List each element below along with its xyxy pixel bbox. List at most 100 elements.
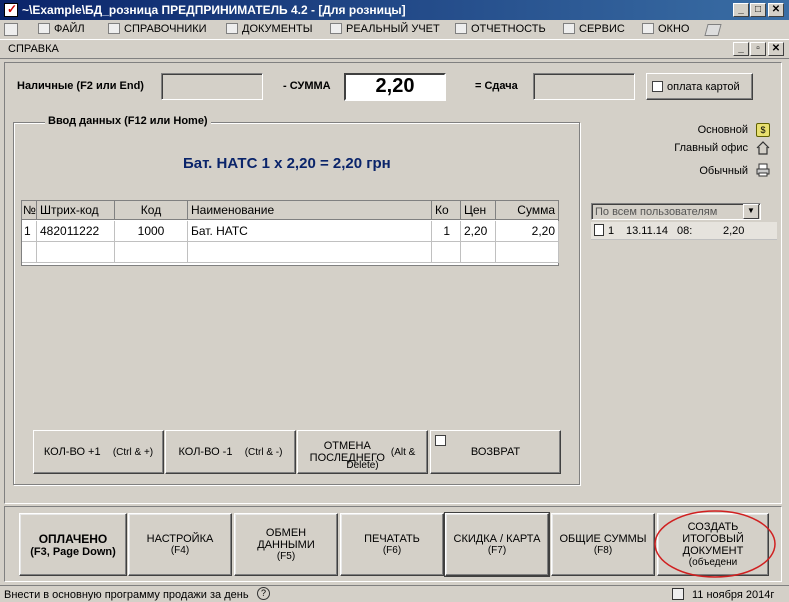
cancel-last-button[interactable]: ОТМЕНА ПОСЛЕДНЕГО (Alt & Delete) [297,430,428,474]
user-filter-value: По всем пользователям [595,206,718,218]
menu-file[interactable]: ФАЙЛ [38,23,85,38]
chevron-down-icon[interactable]: ▼ [743,204,759,219]
maximize-button[interactable]: □ [750,3,766,17]
data-exchange-label: ОБМЕН ДАННЫМИ [257,526,315,551]
document-icon [226,23,238,34]
menu-label: ФАЙЛ [54,23,85,35]
return-button[interactable]: ВОЗВРАТ [430,430,561,474]
child-minimize-button[interactable]: _ [733,42,749,56]
table-cell-empty[interactable] [432,242,461,263]
col-no-header[interactable]: № [22,201,37,220]
title-bar: ✓ ~\Example\БД_розница ПРЕДПРИНИМАТЕЛЬ 4… [0,0,789,20]
table-cell-empty[interactable] [496,242,559,263]
price-type-main[interactable]: Основной [660,124,748,136]
qty-minus-button[interactable]: КОЛ-ВО -1 (Ctrl & -) [165,430,296,474]
status-message: Внести в основную программу продажи за д… [4,589,249,601]
minimize-button[interactable]: _ [733,3,749,17]
col-name-header[interactable]: Наименование [188,201,432,220]
menu-window[interactable]: ОКНО [642,23,689,38]
col-sum-header[interactable]: Сумма [496,201,559,220]
discount-card-label: СКИДКА / КАРТА [453,532,541,545]
calendar-icon [672,588,684,600]
table-cell-price[interactable]: 2,20 [461,221,496,242]
items-grid[interactable]: № Штрих-код Код Наименование Ко Цен Сумм… [21,200,559,266]
col-qty-header[interactable]: Ко [432,201,461,220]
qty-plus-hotkey: (Ctrl & +) [112,446,154,458]
menu-label: ОТЧЕТНОСТЬ [471,23,546,35]
table-cell-empty[interactable] [188,242,432,263]
qty-plus-button[interactable]: КОЛ-ВО +1 (Ctrl & +) [33,430,164,474]
receipt-date: 13.11.14 [626,225,669,237]
col-code-header[interactable]: Код [115,201,188,220]
folder-icon [38,23,50,34]
menu-real-accounting[interactable]: РЕАЛЬНЫЙ УЧЕТ [330,23,440,38]
settings-button[interactable]: НАСТРОЙКА (F4) [128,513,232,576]
table-cell-empty[interactable] [461,242,496,263]
print-hotkey: (F6) [382,544,402,556]
table-cell-empty[interactable] [22,242,37,263]
table-cell-name[interactable]: Бат. НАТС [188,221,432,242]
close-button[interactable]: ✕ [768,3,784,17]
table-cell-empty[interactable] [115,242,188,263]
menu-references[interactable]: СПРАВОЧНИКИ [108,23,207,38]
child-restore-button[interactable]: ▫ [750,42,766,56]
qty-minus-hotkey: (Ctrl & -) [244,446,283,458]
cancel-last-hotkey: (Alt & [390,446,416,458]
table-cell-qty[interactable]: 1 [432,221,461,242]
info-icon[interactable]: ? [257,587,270,600]
window-icon [642,23,654,34]
qty-minus-label: КОЛ-ВО -1 [178,446,233,458]
paid-button[interactable]: ОПЛАЧЕНО (F3, Page Down) [19,513,127,576]
highlight-circle [654,510,776,578]
table-cell-barcode[interactable]: 482011222 [37,221,115,242]
cancel-last-label-1: ОТМЕНА [323,440,371,452]
data-entry-label: Ввод данных (F12 или Home) [45,115,211,127]
sum-label: - СУММА [283,80,331,92]
report-icon [455,23,467,34]
change-field [533,73,635,100]
money-icon: $ [756,123,770,137]
card-payment-checkbox[interactable]: оплата картой [646,73,753,100]
total-sums-label: ОБЩИЕ СУММЫ [559,532,647,545]
current-item-summary: Бат. НАТС 1 х 2,20 = 2,20 грн [183,155,391,172]
table-cell-code[interactable]: 1000 [115,221,188,242]
menu-service[interactable]: СЕРВИС [563,23,625,38]
return-checkbox[interactable] [435,435,446,446]
menu-label: СЕРВИС [579,23,625,35]
paid-hotkey: (F3, Page Down) [30,545,116,558]
cash-label: Наличные (F2 или End) [17,80,144,92]
col-price-header[interactable]: Цен [461,201,496,220]
settings-hotkey: (F4) [170,544,190,556]
table-cell-empty[interactable] [37,242,115,263]
qty-plus-label: КОЛ-ВО +1 [43,446,101,458]
window-title: ~\Example\БД_розница ПРЕДПРИНИМАТЕЛЬ 4.2… [22,3,406,17]
menu-help[interactable]: СПРАВКА [8,43,59,55]
menu-documents[interactable]: ДОКУМЕНТЫ [226,23,312,38]
menu-reports[interactable]: ОТЧЕТНОСТЬ [455,23,546,38]
total-sums-button[interactable]: ОБЩИЕ СУММЫ (F8) [551,513,655,576]
data-exchange-button[interactable]: ОБМЕН ДАННЫМИ (F5) [234,513,338,576]
total-sums-hotkey: (F8) [593,544,613,556]
child-window-icon[interactable] [4,23,18,36]
child-close-button[interactable]: ✕ [768,42,784,56]
price-type-head-office[interactable]: Главный офис [640,142,748,154]
table-cell-no[interactable]: 1 [22,221,37,242]
discount-card-button[interactable]: СКИДКА / КАРТА (F7) [444,512,550,577]
price-type-regular[interactable]: Обычный [660,165,748,177]
receipt-sum: 2,20 [723,225,745,237]
receipt-row[interactable]: 1 13.11.14 08: 2,20 [591,222,777,240]
help-icon[interactable] [704,24,722,36]
document-icon [594,224,604,236]
book-icon [108,23,120,34]
settings-label: НАСТРОЙКА [146,532,214,545]
menu-label: РЕАЛЬНЫЙ УЧЕТ [346,23,440,35]
table-cell-sum[interactable]: 2,20 [496,221,559,242]
print-button[interactable]: ПЕЧАТАТЬ (F6) [340,513,444,576]
card-payment-label: оплата картой [667,80,740,93]
user-filter-select[interactable]: По всем пользователям ▼ [591,203,761,220]
tools-icon [563,23,575,34]
col-barcode-header[interactable]: Штрих-код [37,201,115,220]
cash-input[interactable] [161,73,263,100]
print-label: ПЕЧАТАТЬ [364,532,420,545]
child-menu-bar: СПРАВКА _ ▫ ✕ [0,40,789,59]
